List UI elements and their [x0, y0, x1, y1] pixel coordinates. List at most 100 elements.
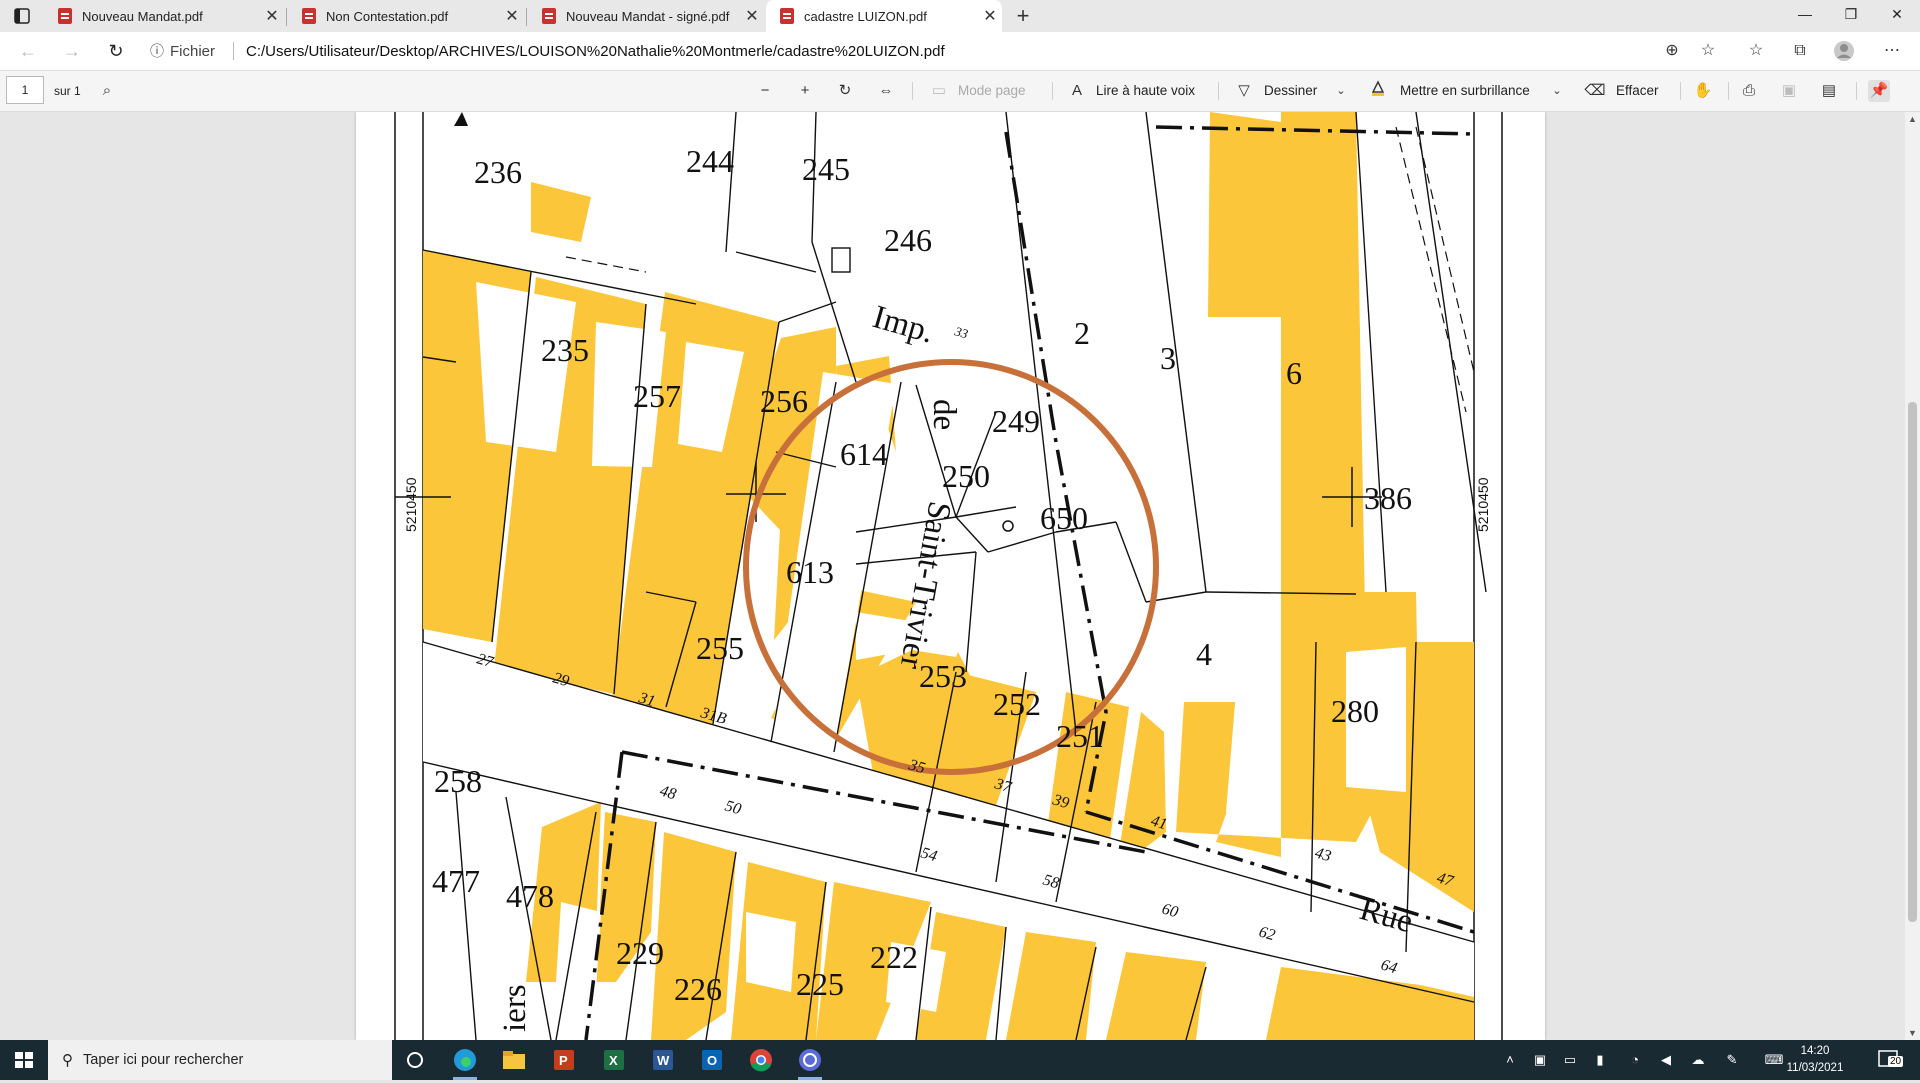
close-tab-icon[interactable]: ✕	[500, 6, 524, 26]
draw-icon[interactable]: ▽	[1233, 80, 1255, 102]
info-icon[interactable]: ⓘ	[150, 41, 164, 61]
volume-icon[interactable]: ◀	[1656, 1050, 1676, 1070]
touch-write-icon[interactable]: ✋	[1692, 80, 1714, 102]
save-icon[interactable]: ▣	[1778, 80, 1800, 102]
tab-cadastre-luizon[interactable]: cadastre LUIZON.pdf ✕	[766, 0, 1002, 32]
chrome-icon[interactable]	[741, 1044, 781, 1076]
tab-non-contestation[interactable]: Non Contestation.pdf ✕	[288, 0, 524, 32]
tab-nouveau-mandat-signe[interactable]: Nouveau Mandat - signé.pdf ✕	[528, 0, 764, 32]
zoom-icon[interactable]: ⊕	[1660, 40, 1684, 62]
highlight-color-swatch	[1372, 93, 1384, 96]
tab-title: cadastre LUIZON.pdf	[804, 8, 927, 24]
page-number-input[interactable]: 1	[6, 76, 44, 104]
more-options-icon[interactable]: ⋯	[1880, 40, 1904, 62]
parcel-613: 613	[786, 554, 834, 590]
page-view-icon[interactable]: ▭	[928, 80, 950, 102]
street-name-iers: iers	[497, 984, 533, 1032]
outlook-icon[interactable]: O	[692, 1044, 732, 1076]
parcel-251: 251	[1056, 718, 1104, 754]
url-field[interactable]: ⓘ Fichier C:/Users/Utilisateur/Desktop/A…	[150, 36, 1870, 66]
tab-actions-icon[interactable]	[14, 8, 30, 24]
taskbar: ⚲ Taper ici pour rechercher P X W O ˄ ▣ …	[0, 1040, 1920, 1080]
new-tab-button[interactable]: +	[1010, 2, 1036, 30]
rotate-icon[interactable]: ↻	[834, 80, 856, 102]
notification-center-icon[interactable]: 20	[1876, 1048, 1906, 1072]
read-aloud-icon[interactable]: A	[1066, 80, 1088, 102]
edge-browser-icon[interactable]	[445, 1044, 485, 1080]
highlight-icon[interactable]	[1367, 80, 1389, 102]
draw-button[interactable]: Dessiner	[1264, 71, 1317, 111]
eraser-icon[interactable]: ⌫	[1584, 80, 1606, 102]
url-text: C:/Users/Utilisateur/Desktop/ARCHIVES/LO…	[246, 42, 945, 60]
show-hidden-icons-chevron-icon[interactable]: ˄	[1500, 1050, 1520, 1070]
zoom-out-icon[interactable]: −	[754, 80, 776, 102]
save-as-icon[interactable]: ▤	[1818, 80, 1840, 102]
clock[interactable]: 14:20 11/03/2021	[1780, 1043, 1850, 1077]
clock-date: 11/03/2021	[1786, 1062, 1844, 1074]
parcel-246: 246	[884, 222, 932, 258]
fit-page-icon[interactable]: ⇔	[875, 80, 897, 102]
close-tab-icon[interactable]: ✕	[978, 6, 1002, 26]
pdf-document-area[interactable]: 236 244 245 246 235 257 256 614 249 250 …	[0, 112, 1905, 1040]
scroll-up-icon[interactable]: ▲	[1905, 114, 1920, 124]
forward-icon[interactable]: →	[58, 38, 86, 64]
tab-title: Nouveau Mandat - signé.pdf	[566, 8, 730, 24]
start-button[interactable]	[0, 1040, 48, 1080]
parcel-245: 245	[802, 151, 850, 187]
close-tab-icon[interactable]: ✕	[740, 6, 764, 26]
draw-chevron-down-icon[interactable]: ⌄	[1330, 80, 1352, 102]
task-view-icon[interactable]	[395, 1044, 435, 1076]
parcel-255: 255	[696, 630, 744, 666]
parcel-225: 225	[796, 966, 844, 1002]
pdf-file-icon	[542, 8, 556, 24]
page-view-button[interactable]: Mode page	[958, 71, 1026, 111]
screen-icon[interactable]: ▭	[1560, 1050, 1580, 1070]
parcel-280: 280	[1331, 693, 1379, 729]
parcel-650: 650	[1040, 500, 1088, 536]
back-icon[interactable]: ←	[14, 38, 42, 64]
pin-toolbar-icon[interactable]: 📌	[1868, 80, 1890, 102]
svg-text:P: P	[559, 1053, 568, 1068]
app-icon[interactable]	[790, 1044, 830, 1080]
close-tab-icon[interactable]: ✕	[260, 6, 284, 26]
print-icon[interactable]: ⎙	[1738, 80, 1760, 102]
pen-icon[interactable]: ✎	[1722, 1050, 1742, 1070]
battery-icon[interactable]: ▮	[1590, 1050, 1610, 1070]
profile-avatar-icon[interactable]	[1832, 40, 1856, 62]
parcel-226: 226	[674, 971, 722, 1007]
close-window-icon[interactable]: ✕	[1874, 0, 1920, 30]
tab-title: Non Contestation.pdf	[326, 8, 449, 24]
meet-now-icon[interactable]: ▣	[1530, 1050, 1550, 1070]
taskbar-search-box[interactable]: ⚲ Taper ici pour rechercher	[48, 1040, 392, 1080]
onedrive-icon[interactable]: ☁	[1688, 1050, 1708, 1070]
powerpoint-icon[interactable]: P	[544, 1044, 584, 1076]
search-icon: ⚲	[62, 1052, 73, 1069]
parcel-252: 252	[993, 686, 1041, 722]
collections-icon[interactable]: ⧉	[1788, 40, 1812, 62]
scrollbar-thumb[interactable]	[1908, 402, 1917, 922]
parcel-258: 258	[434, 763, 482, 799]
excel-icon[interactable]: X	[594, 1044, 634, 1076]
search-icon[interactable]: ⌕	[96, 80, 118, 102]
highlight-chevron-down-icon[interactable]: ⌄	[1546, 80, 1568, 102]
zoom-in-icon[interactable]: +	[794, 80, 816, 102]
refresh-icon[interactable]: ↻	[102, 38, 130, 64]
pdf-file-icon	[780, 8, 794, 24]
add-favorite-icon[interactable]: ☆	[1696, 40, 1720, 62]
scroll-down-icon[interactable]: ▼	[1905, 1028, 1920, 1038]
network-icon[interactable]: ◔	[1625, 1050, 1645, 1070]
minimize-icon[interactable]: —	[1782, 0, 1828, 30]
highlight-button[interactable]: Mettre en surbrillance	[1400, 71, 1530, 111]
parcel-249: 249	[992, 403, 1040, 439]
file-explorer-icon[interactable]	[494, 1044, 534, 1076]
vertical-scrollbar[interactable]: ▲ ▼	[1905, 112, 1920, 1040]
restore-icon[interactable]: ❐	[1828, 0, 1874, 30]
word-icon[interactable]: W	[643, 1044, 683, 1076]
read-aloud-button[interactable]: Lire à haute voix	[1096, 71, 1195, 111]
cadastral-map: 236 244 245 246 235 257 256 614 249 250 …	[394, 112, 1503, 1040]
erase-button[interactable]: Effacer	[1616, 71, 1659, 111]
parcel-235: 235	[541, 332, 589, 368]
favorites-icon[interactable]: ☆	[1744, 40, 1768, 62]
parcel-250: 250	[942, 458, 990, 494]
tab-nouveau-mandat[interactable]: Nouveau Mandat.pdf ✕	[44, 0, 284, 32]
